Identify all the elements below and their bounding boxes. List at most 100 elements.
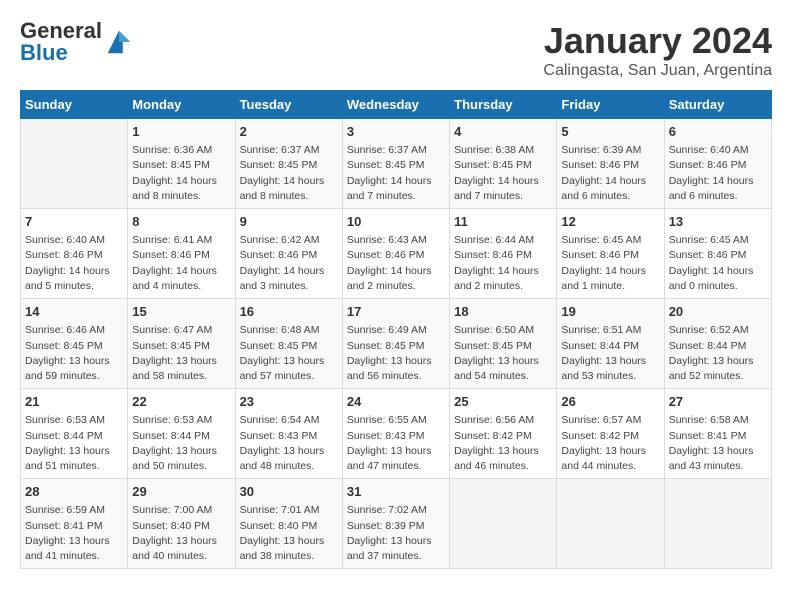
calendar-cell: 26 Sunrise: 6:57 AM Sunset: 8:42 PM Dayli… <box>557 389 664 479</box>
calendar-cell: 15 Sunrise: 6:47 AM Sunset: 8:45 PM Dayli… <box>128 299 235 389</box>
day-number: 30 <box>240 483 338 501</box>
day-number: 26 <box>561 393 659 411</box>
day-content: Sunrise: 6:39 AM Sunset: 8:46 PM Dayligh… <box>561 143 659 204</box>
day-number: 12 <box>561 213 659 231</box>
day-content: Sunrise: 6:40 AM Sunset: 8:46 PM Dayligh… <box>669 143 767 204</box>
day-number: 20 <box>669 303 767 321</box>
day-number: 13 <box>669 213 767 231</box>
calendar-cell: 13 Sunrise: 6:45 AM Sunset: 8:46 PM Dayli… <box>664 209 771 299</box>
calendar-cell: 20 Sunrise: 6:52 AM Sunset: 8:44 PM Dayli… <box>664 299 771 389</box>
calendar-week-row: 21Sunrise: 6:53 AM Sunset: 8:44 PM Dayli… <box>21 389 772 479</box>
calendar-week-row: 14 Sunrise: 6:46 AM Sunset: 8:45 PM Dayli… <box>21 299 772 389</box>
calendar-cell: 29 Sunrise: 7:00 AM Sunset: 8:40 PM Dayli… <box>128 479 235 569</box>
calendar-cell: 8 Sunrise: 6:41 AM Sunset: 8:46 PM Daylig… <box>128 209 235 299</box>
header-cell-tuesday: Tuesday <box>235 91 342 119</box>
day-number: 11 <box>454 213 552 231</box>
day-number: 5 <box>561 123 659 141</box>
calendar-week-row: 1Sunrise: 6:36 AM Sunset: 8:45 PM Daylig… <box>21 119 772 209</box>
calendar-cell: 16Sunrise: 6:48 AM Sunset: 8:45 PM Dayli… <box>235 299 342 389</box>
calendar-cell <box>664 479 771 569</box>
calendar-header: SundayMondayTuesdayWednesdayThursdayFrid… <box>21 91 772 119</box>
day-content: Sunrise: 6:55 AM Sunset: 8:43 PM Dayligh… <box>347 413 445 474</box>
page-header: General Blue January 2024 Calingasta, Sa… <box>20 20 772 80</box>
header-cell-friday: Friday <box>557 91 664 119</box>
day-number: 9 <box>240 213 338 231</box>
day-content: Sunrise: 6:56 AM Sunset: 8:42 PM Dayligh… <box>454 413 552 474</box>
day-content: Sunrise: 7:01 AM Sunset: 8:40 PM Dayligh… <box>240 503 338 564</box>
subtitle: Calingasta, San Juan, Argentina <box>543 62 772 80</box>
calendar-cell <box>557 479 664 569</box>
day-number: 15 <box>132 303 230 321</box>
day-number: 6 <box>669 123 767 141</box>
day-content: Sunrise: 7:02 AM Sunset: 8:39 PM Dayligh… <box>347 503 445 564</box>
logo: General Blue <box>20 20 134 64</box>
calendar-cell: 3 Sunrise: 6:37 AM Sunset: 8:45 PM Daylig… <box>342 119 449 209</box>
day-number: 31 <box>347 483 445 501</box>
day-content: Sunrise: 6:52 AM Sunset: 8:44 PM Dayligh… <box>669 323 767 384</box>
day-content: Sunrise: 6:57 AM Sunset: 8:42 PM Dayligh… <box>561 413 659 474</box>
logo-blue-text: Blue <box>20 42 102 64</box>
day-number: 29 <box>132 483 230 501</box>
day-content: Sunrise: 6:51 AM Sunset: 8:44 PM Dayligh… <box>561 323 659 384</box>
calendar-cell: 7 Sunrise: 6:40 AM Sunset: 8:46 PM Daylig… <box>21 209 128 299</box>
calendar-cell: 2 Sunrise: 6:37 AM Sunset: 8:45 PM Daylig… <box>235 119 342 209</box>
calendar-cell <box>450 479 557 569</box>
day-number: 3 <box>347 123 445 141</box>
calendar-cell: 30 Sunrise: 7:01 AM Sunset: 8:40 PM Dayli… <box>235 479 342 569</box>
calendar-cell: 18 Sunrise: 6:50 AM Sunset: 8:45 PM Dayli… <box>450 299 557 389</box>
day-number: 17 <box>347 303 445 321</box>
day-number: 18 <box>454 303 552 321</box>
calendar-cell: 14 Sunrise: 6:46 AM Sunset: 8:45 PM Dayli… <box>21 299 128 389</box>
day-number: 7 <box>25 213 123 231</box>
day-content: Sunrise: 6:41 AM Sunset: 8:46 PM Dayligh… <box>132 233 230 294</box>
day-number: 24 <box>347 393 445 411</box>
header-cell-sunday: Sunday <box>21 91 128 119</box>
calendar-body: 1Sunrise: 6:36 AM Sunset: 8:45 PM Daylig… <box>21 119 772 569</box>
day-content: Sunrise: 6:58 AM Sunset: 8:41 PM Dayligh… <box>669 413 767 474</box>
day-content: Sunrise: 6:50 AM Sunset: 8:45 PM Dayligh… <box>454 323 552 384</box>
day-content: Sunrise: 6:40 AM Sunset: 8:46 PM Dayligh… <box>25 233 123 294</box>
day-content: Sunrise: 6:43 AM Sunset: 8:46 PM Dayligh… <box>347 233 445 294</box>
day-number: 19 <box>561 303 659 321</box>
day-number: 8 <box>132 213 230 231</box>
calendar-cell: 28Sunrise: 6:59 AM Sunset: 8:41 PM Dayli… <box>21 479 128 569</box>
day-number: 14 <box>25 303 123 321</box>
calendar-week-row: 7 Sunrise: 6:40 AM Sunset: 8:46 PM Daylig… <box>21 209 772 299</box>
header-cell-wednesday: Wednesday <box>342 91 449 119</box>
logo-icon <box>104 27 134 57</box>
calendar-cell: 10 Sunrise: 6:43 AM Sunset: 8:46 PM Dayli… <box>342 209 449 299</box>
day-number: 4 <box>454 123 552 141</box>
day-number: 1 <box>132 123 230 141</box>
day-number: 2 <box>240 123 338 141</box>
calendar-cell: 31 Sunrise: 7:02 AM Sunset: 8:39 PM Dayli… <box>342 479 449 569</box>
calendar-cell: 9 Sunrise: 6:42 AM Sunset: 8:46 PM Daylig… <box>235 209 342 299</box>
day-content: Sunrise: 6:37 AM Sunset: 8:45 PM Dayligh… <box>240 143 338 204</box>
day-content: Sunrise: 6:45 AM Sunset: 8:46 PM Dayligh… <box>561 233 659 294</box>
calendar-cell: 1Sunrise: 6:36 AM Sunset: 8:45 PM Daylig… <box>128 119 235 209</box>
calendar-cell <box>21 119 128 209</box>
day-number: 22 <box>132 393 230 411</box>
day-number: 27 <box>669 393 767 411</box>
main-title: January 2024 <box>543 20 772 62</box>
day-content: Sunrise: 6:46 AM Sunset: 8:45 PM Dayligh… <box>25 323 123 384</box>
day-content: Sunrise: 6:47 AM Sunset: 8:45 PM Dayligh… <box>132 323 230 384</box>
day-content: Sunrise: 6:44 AM Sunset: 8:46 PM Dayligh… <box>454 233 552 294</box>
title-section: January 2024 Calingasta, San Juan, Argen… <box>543 20 772 80</box>
calendar-cell: 12 Sunrise: 6:45 AM Sunset: 8:46 PM Dayli… <box>557 209 664 299</box>
calendar-cell: 5 Sunrise: 6:39 AM Sunset: 8:46 PM Daylig… <box>557 119 664 209</box>
day-content: Sunrise: 6:37 AM Sunset: 8:45 PM Dayligh… <box>347 143 445 204</box>
logo-general-text: General <box>20 20 102 42</box>
day-number: 25 <box>454 393 552 411</box>
header-row: SundayMondayTuesdayWednesdayThursdayFrid… <box>21 91 772 119</box>
calendar-cell: 22Sunrise: 6:53 AM Sunset: 8:44 PM Dayli… <box>128 389 235 479</box>
day-content: Sunrise: 6:48 AM Sunset: 8:45 PM Dayligh… <box>240 323 338 384</box>
day-content: Sunrise: 7:00 AM Sunset: 8:40 PM Dayligh… <box>132 503 230 564</box>
day-content: Sunrise: 6:42 AM Sunset: 8:46 PM Dayligh… <box>240 233 338 294</box>
day-number: 21 <box>25 393 123 411</box>
day-content: Sunrise: 6:45 AM Sunset: 8:46 PM Dayligh… <box>669 233 767 294</box>
day-content: Sunrise: 6:59 AM Sunset: 8:41 PM Dayligh… <box>25 503 123 564</box>
day-content: Sunrise: 6:38 AM Sunset: 8:45 PM Dayligh… <box>454 143 552 204</box>
day-number: 10 <box>347 213 445 231</box>
calendar-cell: 23Sunrise: 6:54 AM Sunset: 8:43 PM Dayli… <box>235 389 342 479</box>
calendar-table: SundayMondayTuesdayWednesdayThursdayFrid… <box>20 90 772 569</box>
